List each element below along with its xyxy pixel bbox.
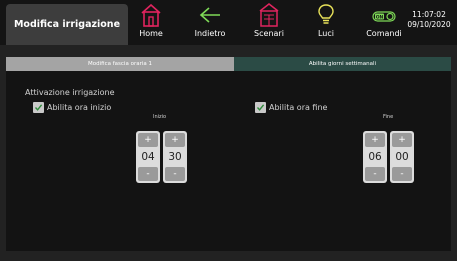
lightbulb-icon [318, 4, 334, 24]
clock-time: 11:07:02 [412, 10, 446, 19]
start-hours-increment-button[interactable]: + [138, 133, 158, 147]
start-minutes-stepper: + 30 - [163, 131, 187, 183]
toggle-badge-text: ON [376, 14, 384, 20]
end-checkbox-label: Abilita ora fine [269, 103, 328, 112]
scenes-icon [259, 3, 279, 27]
enable-end-checkbox[interactable]: Abilita ora fine [255, 102, 327, 113]
end-hours-value: 06 [368, 151, 382, 163]
end-hours-increment-button[interactable]: + [365, 133, 385, 147]
nav-scenes-button[interactable]: Scenari [253, 2, 285, 42]
clock: 11:07:02 09/10/2020 [404, 10, 454, 30]
page-title: Modifica irrigazione [6, 4, 128, 45]
toggle-on-icon: ON [372, 11, 396, 22]
nav-home-label: Home [139, 29, 163, 38]
start-checkbox-box[interactable] [33, 102, 44, 113]
start-hours-stepper: + 04 - [136, 131, 160, 183]
end-hours-stepper: + 06 - [363, 131, 387, 183]
tab-weekdays[interactable]: Abilita giorni settimanali [234, 57, 451, 71]
tab-time-slot[interactable]: Modifica fascia oraria 1 [6, 57, 234, 71]
sub-tabs: Modifica fascia oraria 1 Abilita giorni … [6, 57, 451, 71]
start-hours-value: 04 [141, 151, 155, 163]
start-hours-decrement-button[interactable]: - [138, 167, 158, 181]
checkmark-icon [256, 104, 265, 111]
section-title: Attivazione irrigazione [25, 88, 115, 97]
home-icon [141, 3, 161, 27]
end-minutes-stepper: + 00 - [390, 131, 414, 183]
nav-commands-label: Comandi [366, 29, 402, 38]
start-minutes-increment-button[interactable]: + [165, 133, 185, 147]
nav-lights-label: Luci [317, 29, 334, 38]
nav-home-button[interactable]: Home [138, 2, 164, 42]
end-minutes-decrement-button[interactable]: - [392, 167, 412, 181]
start-minutes-value: 30 [168, 151, 182, 163]
back-arrow-icon [199, 7, 220, 23]
clock-date: 09/10/2020 [407, 20, 451, 29]
end-minutes-value: 00 [395, 151, 409, 163]
end-hours-decrement-button[interactable]: - [365, 167, 385, 181]
nav-commands-button[interactable]: ON Comandi [364, 2, 404, 42]
nav-back-button[interactable]: Indietro [192, 2, 228, 42]
enable-start-checkbox[interactable]: Abilita ora inizio [33, 102, 111, 113]
nav-lights-button[interactable]: Luci [313, 2, 339, 42]
checkmark-icon [34, 104, 43, 111]
end-checkbox-box[interactable] [255, 102, 266, 113]
end-minutes-increment-button[interactable]: + [392, 133, 412, 147]
nav-scenes-label: Scenari [254, 29, 284, 38]
end-label: Fine [383, 114, 394, 120]
nav-back-label: Indietro [194, 29, 226, 38]
start-label: Inizio [153, 114, 167, 120]
start-minutes-decrement-button[interactable]: - [165, 167, 185, 181]
start-checkbox-label: Abilita ora inizio [47, 103, 112, 112]
